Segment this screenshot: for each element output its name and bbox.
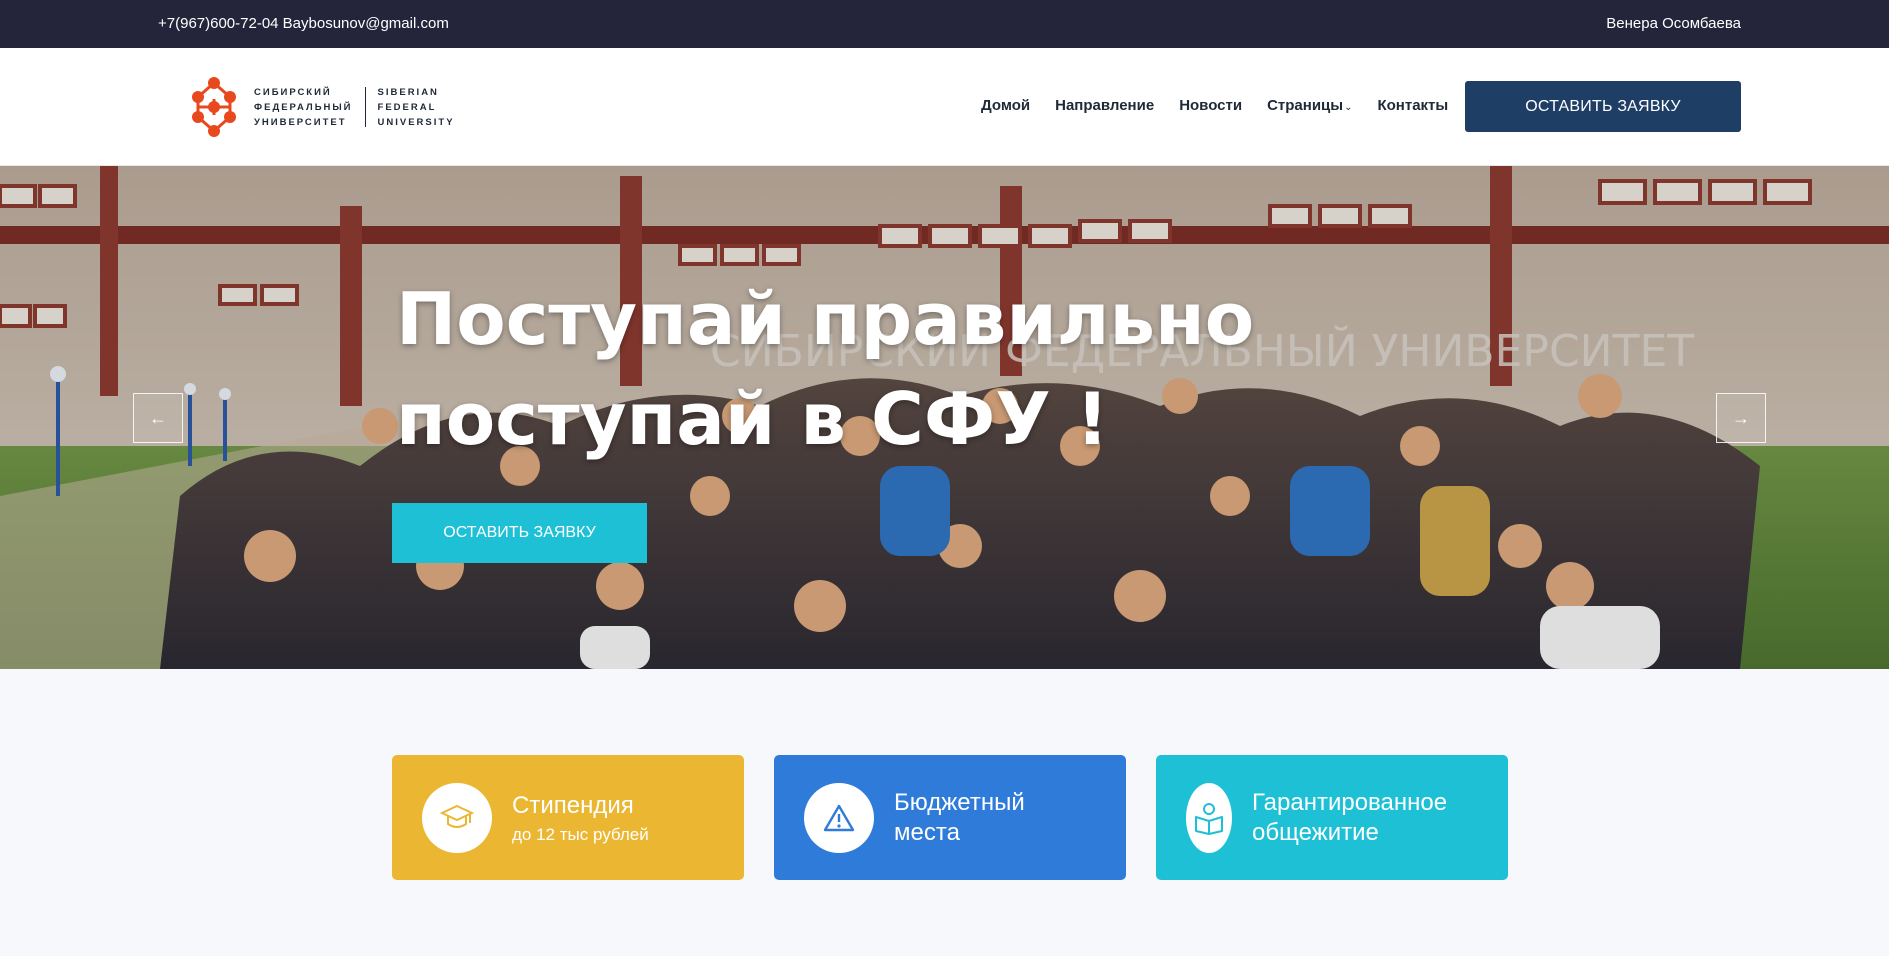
warning-icon bbox=[804, 782, 874, 853]
card-subtitle: до 12 тыс рублей bbox=[512, 824, 649, 844]
hero-title-line: поступай в СФУ ! bbox=[396, 377, 1109, 461]
card-title: Бюджетный места bbox=[894, 788, 1025, 846]
main-nav: Домой Направление Новости Страницы⌄ Конт… bbox=[981, 97, 1473, 114]
logo-en-line: FEDERAL bbox=[377, 101, 437, 113]
feature-card-scholarship[interactable]: Стипендия до 12 тыс рублей bbox=[392, 755, 744, 880]
arrow-left-icon: ← bbox=[149, 407, 167, 428]
hero-title: Поступай правильно поступай в СФУ ! bbox=[396, 269, 1254, 469]
logo-ru-line: СИБИРСКИЙ bbox=[254, 86, 332, 98]
card-text: Гарантированное общежитие bbox=[1252, 788, 1447, 848]
card-title: Стипендия bbox=[512, 791, 634, 819]
book-reader-icon bbox=[1186, 782, 1232, 853]
hero-title-line: Поступай правильно bbox=[396, 277, 1255, 361]
contact-info[interactable]: +7(967)600-72-04 Baybosunov@gmail.com bbox=[158, 15, 449, 32]
site-header: СИБИРСКИЙ ФЕДЕРАЛЬНЫЙ УНИВЕРСИТЕТ SIBERI… bbox=[0, 48, 1889, 166]
feature-card-dormitory[interactable]: Гарантированное общежитие bbox=[1156, 755, 1508, 880]
slider-next-button[interactable]: → bbox=[1716, 393, 1766, 443]
nav-item-news[interactable]: Новости bbox=[1179, 97, 1242, 114]
card-title: Гарантированное общежитие bbox=[1252, 788, 1448, 846]
feature-card-budget[interactable]: Бюджетный места bbox=[774, 755, 1126, 880]
nav-item-home[interactable]: Домой bbox=[981, 97, 1030, 114]
sfu-logo-icon bbox=[192, 77, 236, 137]
logo-en-text: SIBERIAN FEDERAL UNIVERSITY bbox=[378, 85, 455, 130]
nav-item-pages-label: Страницы bbox=[1267, 97, 1344, 114]
logo-en-line: UNIVERSITY bbox=[377, 116, 455, 128]
slider-prev-button[interactable]: ← bbox=[133, 393, 183, 443]
hero-banner: СИБИРСКИЙ ФЕДЕРАЛЬНЫЙ УНИВЕРСИТЕТ Поступ… bbox=[0, 166, 1889, 669]
user-name[interactable]: Венера Осомбаева bbox=[1606, 15, 1741, 32]
logo-wordmark: СИБИРСКИЙ ФЕДЕРАЛЬНЫЙ УНИВЕРСИТЕТ SIBERI… bbox=[254, 85, 455, 130]
card-text: Стипендия до 12 тыс рублей bbox=[512, 791, 649, 845]
logo-ru-line: ФЕДЕРАЛЬНЫЙ bbox=[254, 101, 353, 113]
chevron-down-icon: ⌄ bbox=[1344, 102, 1353, 113]
apply-button-header[interactable]: ОСТАВИТЬ ЗАЯВКУ bbox=[1465, 81, 1741, 132]
graduation-cap-icon bbox=[422, 782, 492, 853]
feature-cards: Стипендия до 12 тыс рублей Бюджетный мес… bbox=[392, 755, 1508, 880]
logo-ru-text: СИБИРСКИЙ ФЕДЕРАЛЬНЫЙ УНИВЕРСИТЕТ bbox=[254, 85, 353, 130]
nav-item-pages[interactable]: Страницы⌄ bbox=[1267, 97, 1352, 114]
logo-en-line: SIBERIAN bbox=[377, 86, 439, 98]
apply-button-hero[interactable]: ОСТАВИТЬ ЗАЯВКУ bbox=[392, 503, 647, 563]
logo-divider bbox=[364, 87, 366, 127]
arrow-right-icon: → bbox=[1732, 407, 1750, 428]
top-bar: +7(967)600-72-04 Baybosunov@gmail.com Ве… bbox=[0, 0, 1889, 48]
university-logo[interactable]: СИБИРСКИЙ ФЕДЕРАЛЬНЫЙ УНИВЕРСИТЕТ SIBERI… bbox=[184, 75, 455, 139]
logo-ru-line: УНИВЕРСИТЕТ bbox=[254, 116, 347, 128]
card-text: Бюджетный места bbox=[894, 788, 1025, 848]
nav-item-contacts[interactable]: Контакты bbox=[1377, 97, 1448, 114]
nav-item-direction[interactable]: Направление bbox=[1055, 97, 1154, 114]
